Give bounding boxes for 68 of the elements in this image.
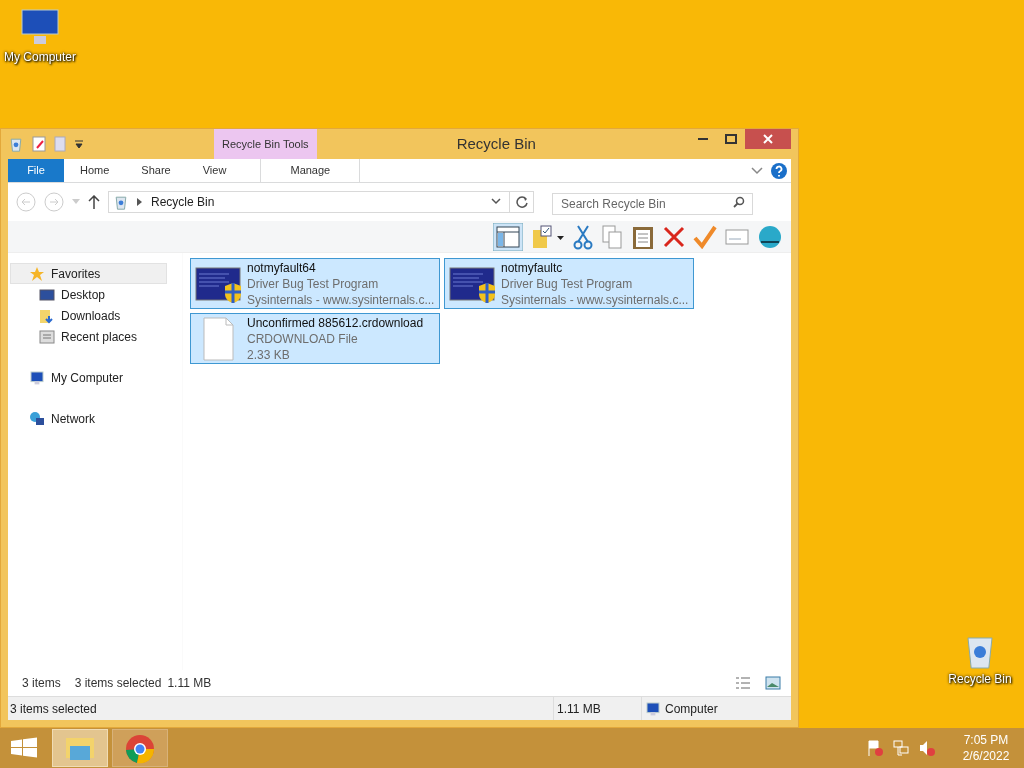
sidebar-item[interactable]: Favorites [10, 263, 167, 284]
computer-icon [645, 700, 661, 717]
sidebar-item[interactable]: My Computer [10, 367, 167, 388]
sidebar-item[interactable]: Network [10, 408, 167, 429]
sidebar-item[interactable]: Desktop [10, 284, 167, 305]
close-icon [763, 134, 773, 144]
status-text: 3 items selected [9, 700, 98, 718]
window-title: Recycle Bin [456, 133, 536, 154]
status-location: Computer [665, 700, 718, 718]
file-tile[interactable]: notmyfault64 Driver Bug Test Program Sysinternals - www.sysinternals.c... [190, 258, 440, 309]
maximize-icon [725, 134, 737, 144]
file-type: Driver Bug Test Program [247, 275, 380, 292]
item-count: 3 items [22, 675, 61, 692]
cut-icon[interactable] [573, 223, 593, 250]
star-icon [29, 265, 45, 282]
help-icon[interactable] [771, 162, 787, 179]
close-button[interactable] [745, 129, 791, 149]
ribbon-tab[interactable]: Share [125, 159, 187, 182]
delete-icon[interactable] [663, 225, 685, 248]
recycle-bin-icon [8, 136, 24, 152]
expand-ribbon-icon[interactable] [751, 166, 763, 175]
file-type: Driver Bug Test Program [501, 275, 634, 292]
network-icon [29, 410, 45, 427]
file-details: Sysinternals - www.sysinternals.c... [501, 291, 689, 308]
address-path[interactable]: Recycle Bin [151, 193, 215, 211]
folder-icon [39, 307, 55, 324]
file-name: notmyfaultc [501, 259, 564, 276]
ribbon-tab[interactable]: File [8, 159, 64, 182]
browser-taskbar-button[interactable] [112, 729, 168, 767]
file-name: Unconfirmed 885612.crdownload [247, 314, 424, 331]
search-icon [733, 196, 745, 208]
selection-count: 3 items selected [74, 675, 162, 692]
address-bar[interactable]: Recycle Bin [108, 191, 534, 213]
ribbon-tab[interactable]: View [186, 159, 243, 182]
file-tile[interactable]: Unconfirmed 885612.crdownload CRDOWNLOAD File 2.33 KB [190, 313, 440, 364]
up-arrow-icon[interactable] [88, 195, 100, 209]
recent-places-icon [39, 328, 55, 345]
ribbon-tab[interactable]: Manage [260, 159, 361, 182]
selection-size: 1.11 MB [167, 675, 212, 692]
large-icons-view-icon[interactable] [765, 676, 781, 690]
customize-dropdown-icon[interactable] [74, 139, 84, 149]
folder-options-icon[interactable] [531, 223, 565, 250]
recycle-bin-icon [113, 194, 129, 210]
computer-icon [29, 369, 45, 386]
flag-error-icon[interactable] [866, 739, 884, 757]
preview-pane-icon[interactable] [493, 222, 523, 251]
breadcrumb-arrow-icon [137, 198, 143, 206]
file-details: 2.33 KB [247, 346, 291, 363]
properties-icon[interactable] [32, 136, 46, 152]
status-size: 1.11 MB [553, 697, 641, 720]
minimize-icon [698, 138, 708, 140]
contextual-tab-group-label: Recycle Bin Tools [214, 129, 317, 159]
ribbon-tab[interactable]: Home [64, 159, 126, 182]
checkmark-icon[interactable] [693, 224, 717, 249]
file-tile[interactable]: notmyfaultc Driver Bug Test Program Sysinternals - www.sysinternals.c... [444, 258, 694, 309]
address-dropdown-icon[interactable] [491, 198, 501, 206]
search-field[interactable]: Search Recycle Bin [552, 193, 753, 215]
file-details: Sysinternals - www.sysinternals.c... [247, 291, 435, 308]
sidebar-item[interactable]: Downloads [10, 305, 167, 326]
file-name: notmyfault64 [247, 259, 317, 276]
file-manager-taskbar-button[interactable] [52, 729, 108, 767]
file-type: CRDOWNLOAD File [247, 330, 359, 347]
details-view-icon[interactable] [735, 676, 751, 690]
sidebar-item[interactable]: Recent places [10, 326, 167, 347]
refresh-icon[interactable] [515, 196, 528, 208]
speaker-muted-icon[interactable] [918, 739, 936, 757]
network-error-icon[interactable] [892, 739, 910, 757]
monitor-icon [39, 286, 55, 303]
